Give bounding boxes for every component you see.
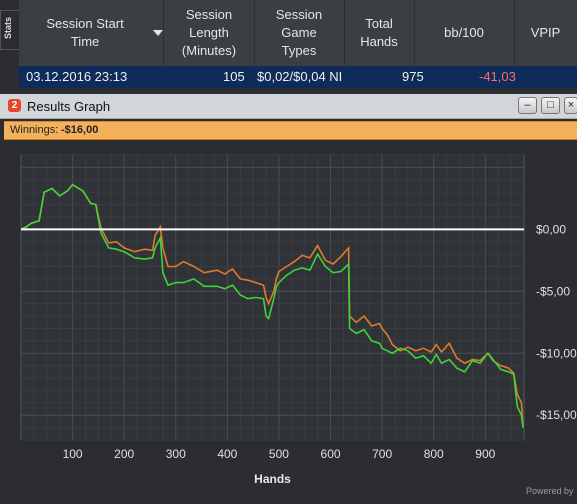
stats-tab-label: Stats [3, 16, 13, 39]
column-label: bb/100 [444, 25, 484, 40]
column-vpip[interactable]: VPIP [514, 0, 577, 66]
x-tick-label: 300 [166, 447, 186, 461]
column-bb100[interactable]: bb/100 [414, 0, 515, 66]
column-label: Session Length (Minutes) [181, 7, 237, 58]
x-tick-label: 400 [217, 447, 237, 461]
column-label: Session Game Types [275, 7, 323, 58]
plot-area [20, 154, 525, 441]
x-tick-label: 100 [63, 447, 83, 461]
x-axis-label: Hands [254, 472, 291, 486]
maximize-button[interactable]: □ [541, 97, 560, 114]
minimize-button[interactable]: – [518, 97, 537, 114]
x-tick-label: 800 [424, 447, 444, 461]
results-chart[interactable]: 100 200 300 400 500 600 700 800 900 $0,00 -$5,00 -$… [4, 140, 577, 499]
column-session-start-time[interactable]: Session Start Time [19, 0, 164, 66]
column-label: Total Hands [360, 16, 398, 49]
x-tick-label: 900 [475, 447, 495, 461]
winnings-value: -$16,00 [61, 124, 99, 136]
window-title: Results Graph [27, 99, 111, 114]
x-tick-label: 500 [269, 447, 289, 461]
column-session-length[interactable]: Session Length (Minutes) [164, 0, 255, 66]
table-row[interactable]: 03.12.2016 23:13 105 $0,02/$0,04 NI 975 … [19, 66, 577, 88]
session-table-header: Session Start Time Session Length (Minut… [19, 0, 577, 67]
winnings-label: Winnings: [10, 124, 59, 136]
column-session-game-types[interactable]: Session Game Types [254, 0, 345, 66]
app-icon: 2 [8, 99, 21, 112]
graph-panel: 100 200 300 400 500 600 700 800 900 $0,00 -$5,00 -$… [4, 140, 577, 499]
column-label: Session Start Time [46, 16, 124, 49]
cell-hands: 975 [402, 69, 424, 84]
x-tick-label: 600 [321, 447, 341, 461]
chevron-down-icon[interactable] [153, 30, 163, 36]
cell-length: 105 [223, 69, 245, 84]
y-tick-label: -$15,00 [536, 408, 577, 422]
powered-by-text: Powered by [526, 486, 574, 496]
y-tick-label: -$5,00 [536, 284, 570, 298]
winnings-bar: Winnings: -$16,00 [4, 121, 577, 140]
column-total-hands[interactable]: Total Hands [344, 0, 415, 66]
window-titlebar[interactable]: 2 Results Graph – □ × [0, 94, 577, 119]
y-tick-label: -$10,00 [536, 346, 577, 360]
y-tick-label: $0,00 [536, 222, 566, 236]
x-tick-label: 700 [372, 447, 392, 461]
cell-game-type: $0,02/$0,04 NI [257, 69, 343, 84]
stats-side-tab[interactable]: Stats [0, 10, 21, 50]
x-tick-label: 200 [114, 447, 134, 461]
results-graph-window: 2 Results Graph – □ × Winnings: -$16,00 … [0, 94, 577, 499]
cell-start-time: 03.12.2016 23:13 [26, 69, 128, 84]
cell-bb100: -41,03 [479, 69, 516, 84]
close-button[interactable]: × [564, 97, 577, 114]
column-label: VPIP [530, 25, 561, 40]
